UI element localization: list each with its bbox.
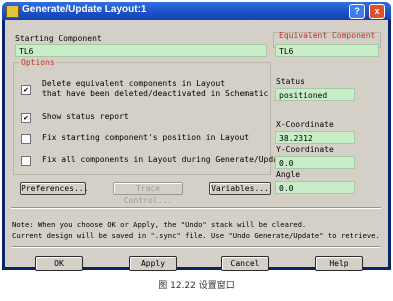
note-line-2: Current design will be saved in ".sync" … [12, 231, 380, 240]
options-group-label: Options [19, 58, 57, 67]
y-coordinate-label: Y-Coordinate [276, 145, 334, 154]
show-status-checkbox[interactable]: ✔ [21, 113, 31, 123]
delete-equivalent-checkbox[interactable]: ✔ [21, 85, 31, 95]
y-coordinate-field: 0.0 [275, 156, 355, 169]
window-title: Generate/Update Layout:1 [22, 4, 147, 15]
delete-equivalent-label-line1: Delete equivalent components in Layout [42, 79, 226, 88]
apply-button[interactable]: Apply [129, 256, 177, 271]
fix-starting-checkbox[interactable] [21, 134, 31, 144]
starting-component-field[interactable]: TL6 [15, 44, 267, 57]
equivalent-component-label: Equivalent Component [279, 31, 376, 40]
fix-all-checkbox[interactable] [21, 156, 31, 166]
status-label: Status [276, 77, 305, 86]
x-coordinate-label: X-Coordinate [276, 120, 334, 129]
variables-button[interactable]: Variables... [209, 182, 271, 195]
angle-label: Angle [276, 170, 301, 179]
trace-control-button[interactable]: Trace Control... [113, 182, 183, 205]
help-button[interactable]: Help [315, 256, 363, 271]
figure-caption: 图 12.22 设置窗口 [158, 281, 235, 291]
starting-component-label: Starting Component [15, 34, 102, 43]
app-icon [6, 5, 19, 18]
equivalent-component-field[interactable]: TL6 [275, 44, 379, 57]
dialog-window: Generate/Update Layout:1 ? x Starting Co… [2, 2, 391, 271]
dialog-client-area: Starting Component TL6 Options ✔ Delete … [5, 20, 388, 271]
cancel-button[interactable]: Cancel [221, 256, 269, 271]
fix-all-label: Fix all components in Layout during Gene… [42, 155, 288, 164]
ok-button[interactable]: OK [35, 256, 83, 271]
angle-field: 0.0 [275, 181, 355, 194]
show-status-label: Show status report [42, 112, 129, 121]
x-coordinate-field: 38.2312 [275, 131, 355, 144]
note-line-1: Note: When you choose OK or Apply, the "… [12, 220, 307, 229]
preferences-button[interactable]: Preferences... [20, 182, 88, 195]
divider [11, 246, 381, 248]
title-close-button[interactable]: x [369, 4, 385, 19]
title-bar[interactable]: Generate/Update Layout:1 ? x [2, 2, 391, 20]
delete-equivalent-label-line2: that have been deleted/deactivated in Sc… [42, 89, 269, 98]
title-help-button[interactable]: ? [349, 4, 365, 19]
status-field: positioned [275, 88, 355, 101]
divider [11, 207, 381, 209]
fix-starting-label: Fix starting component's position in Lay… [42, 133, 250, 142]
